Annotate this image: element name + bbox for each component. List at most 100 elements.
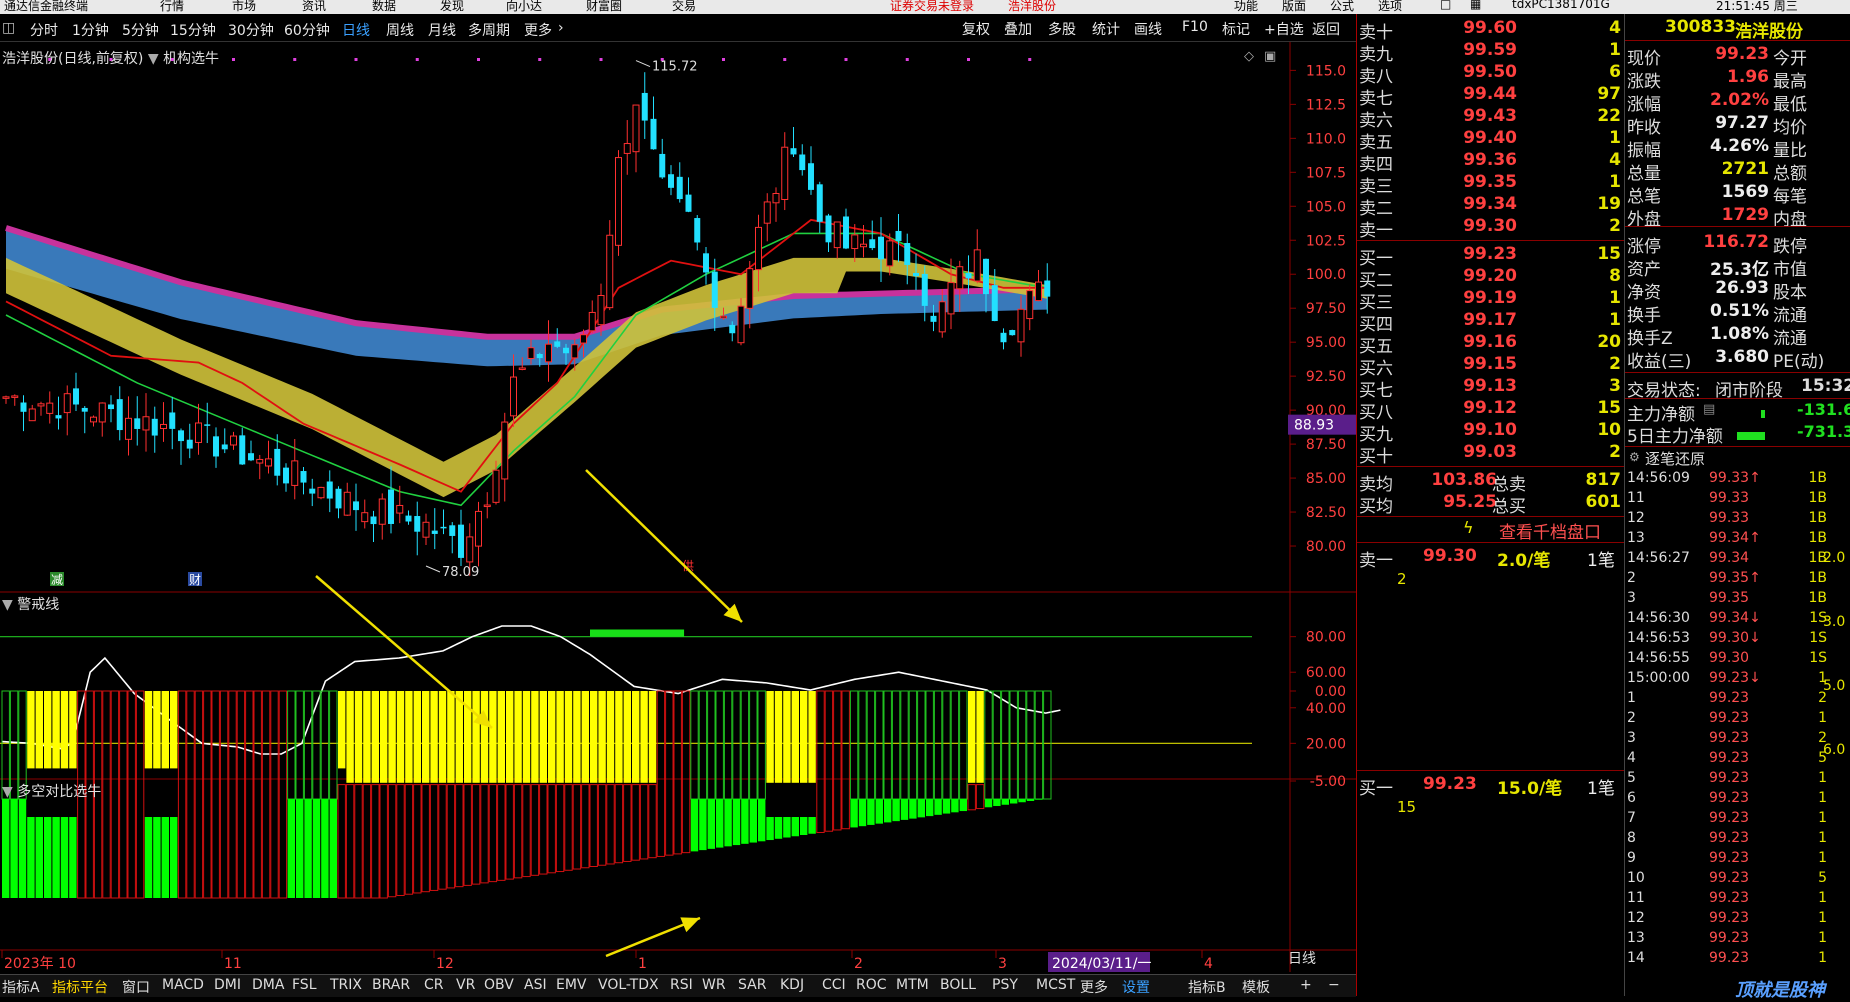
period-60min[interactable]: 60分钟 [284, 20, 330, 40]
buy-level-row: 买一 99.23 15 [1357, 244, 1625, 269]
bear-bar [690, 799, 699, 852]
tab-24[interactable]: MCST [1036, 977, 1075, 993]
tab-23[interactable]: PSY [992, 977, 1018, 993]
gear-icon[interactable]: ⚙ [1629, 450, 1640, 464]
panel3-title[interactable]: ▼ 多空对比选牛 [2, 781, 101, 801]
tab-5[interactable]: DMA [252, 977, 284, 993]
candle-body-down [239, 435, 246, 465]
menu-trade[interactable]: 交易 [672, 0, 696, 14]
tab-12[interactable]: ASI [524, 977, 547, 993]
tab-9[interactable]: CR [424, 977, 444, 993]
tab-1[interactable]: 指标平台 [52, 977, 108, 997]
menu-formula[interactable]: 公式 [1330, 0, 1354, 14]
period-30min[interactable]: 30分钟 [228, 20, 274, 40]
period-5min[interactable]: 5分钟 [122, 20, 159, 40]
tab-18[interactable]: KDJ [780, 977, 804, 993]
tab-7[interactable]: TRIX [330, 977, 362, 993]
btn-adjust[interactable]: 复权 [962, 19, 990, 39]
info-icon[interactable]: ▤ [1703, 402, 1715, 417]
bear-bar [153, 817, 161, 898]
main-chart-indicator[interactable]: 机构选牛 [163, 51, 219, 67]
quote-row: 换手Z 1.08% 流通 [1625, 324, 1850, 349]
panel2-title[interactable]: ▼ 警戒线 [2, 594, 59, 614]
tab-0[interactable]: 指标A [2, 977, 40, 997]
average-row: 买均 95.25 总买 601 [1357, 492, 1625, 517]
chart-area[interactable]: 115.7278.09减 财供◇ ▣ 115.0112.5110.0107.5105… [0, 42, 1356, 974]
collapse-icon[interactable]: ◫ [2, 20, 15, 36]
tab-11[interactable]: OBV [484, 977, 514, 993]
menu-layout[interactable]: 版面 [1282, 0, 1306, 14]
tab-13[interactable]: EMV [556, 977, 587, 993]
btn-add-watch[interactable]: +自选 [1264, 19, 1304, 39]
btn-statistics[interactable]: 统计 [1092, 19, 1120, 39]
tab-22[interactable]: BOLL [940, 977, 976, 993]
dropdown-icon[interactable]: ▼ [2, 597, 13, 613]
menu-data[interactable]: 数据 [372, 0, 396, 14]
dropdown-icon[interactable]: ▼ [148, 51, 159, 67]
tab-21[interactable]: MTM [896, 977, 929, 993]
tab-14[interactable]: VOL-TDX [598, 977, 659, 993]
menu-quotes[interactable]: 行情 [160, 0, 184, 14]
tab-17[interactable]: SAR [738, 977, 766, 993]
candle-body-up [422, 521, 430, 538]
period-minute[interactable]: 分时 [30, 20, 58, 40]
menu-discover[interactable]: 发现 [440, 0, 464, 14]
candle-body-up [737, 305, 745, 344]
neutral-bar [681, 690, 691, 854]
period-daily[interactable]: 日线 [342, 20, 370, 40]
quote-value: 1.96 [1727, 67, 1769, 87]
minus-icon[interactable]: − [1328, 977, 1340, 993]
tab-10[interactable]: VR [456, 977, 475, 993]
tab-4[interactable]: DMI [214, 977, 241, 993]
tab-27[interactable]: 指标B [1188, 977, 1226, 997]
tab-20[interactable]: ROC [856, 977, 887, 993]
tab-2[interactable]: 窗口 [122, 977, 150, 997]
period-monthly[interactable]: 月线 [428, 20, 456, 40]
main-price-panel: 115.7278.09减 财供◇ ▣ [2, 49, 1276, 587]
tab-25[interactable]: 更多 [1080, 977, 1108, 997]
candle-body-up [606, 234, 614, 309]
period-weekly[interactable]: 周线 [386, 20, 414, 40]
menu-options[interactable]: 选项 [1378, 0, 1402, 14]
lightning-icon[interactable]: ϟ [1463, 518, 1474, 537]
screenshot-icon[interactable]: □ [1440, 0, 1451, 11]
tab-8[interactable]: BRAR [372, 977, 410, 993]
dropdown-icon[interactable]: ▼ [2, 784, 13, 800]
btn-f10[interactable]: F10 [1182, 19, 1208, 35]
btn-draw[interactable]: 画线 [1134, 19, 1162, 39]
view-thousand-levels[interactable]: 查看千档盘口 [1499, 518, 1601, 543]
menu-market[interactable]: 市场 [232, 0, 256, 14]
period-15min[interactable]: 15分钟 [170, 20, 216, 40]
tab-16[interactable]: WR [702, 977, 726, 993]
tab-15[interactable]: RSI [670, 977, 693, 993]
add-icon[interactable]: + [1300, 977, 1312, 993]
bull-bar [506, 691, 514, 783]
menu-wealth[interactable]: 财富圈 [586, 0, 622, 14]
btn-mark[interactable]: 标记 [1222, 19, 1250, 39]
tab-28[interactable]: 模板 [1242, 977, 1270, 997]
tab-3[interactable]: MACD [162, 977, 204, 993]
btn-multi-stock[interactable]: 多股 [1048, 19, 1076, 39]
period-multi[interactable]: 多周期 [468, 20, 510, 40]
candle-body-up [256, 458, 264, 464]
marker-finance: 财 [189, 573, 201, 587]
menu-xiaoda[interactable]: 向小达 [506, 0, 542, 14]
menu-function[interactable]: 功能 [1234, 0, 1258, 14]
period-1min[interactable]: 1分钟 [72, 20, 109, 40]
neutral-bar [354, 784, 363, 899]
menu-news[interactable]: 资讯 [302, 0, 326, 14]
candle-body-up [580, 334, 587, 344]
candle-body-down [554, 341, 561, 347]
period-more[interactable]: 更多 [524, 20, 552, 40]
tab-6[interactable]: FSL [292, 977, 317, 993]
login-notice[interactable]: 证券交易未登录 [890, 0, 974, 14]
calendar-icon[interactable]: ▦ [1470, 0, 1481, 11]
total-volume: 601 [1585, 492, 1622, 512]
btn-back[interactable]: 返回 [1312, 19, 1340, 39]
chevron-right-icon[interactable]: › [558, 20, 564, 36]
tab-26[interactable]: 设置 [1122, 977, 1150, 997]
btn-overlay[interactable]: 叠加 [1004, 19, 1032, 39]
panel2-title-text: 警戒线 [17, 597, 60, 613]
buy-level-row: 买四 99.17 1 [1357, 310, 1625, 335]
tab-19[interactable]: CCI [822, 977, 846, 993]
